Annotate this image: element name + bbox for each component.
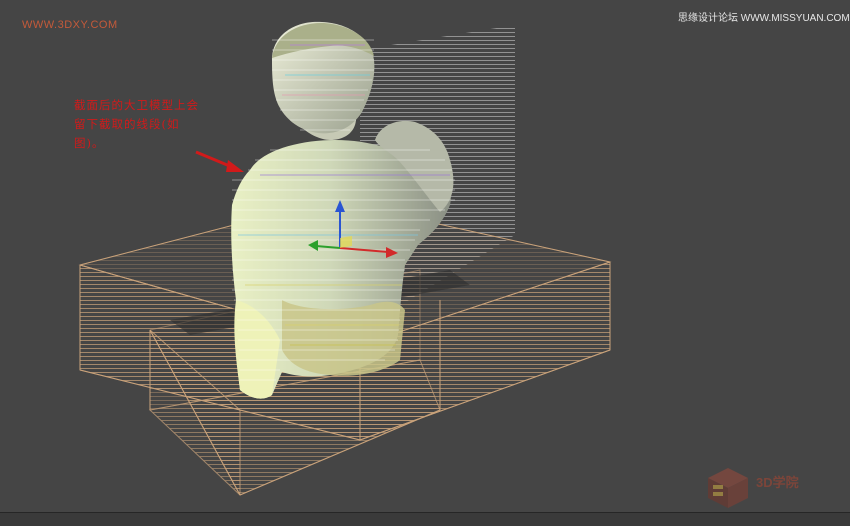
- red-arrow-icon: [195, 150, 244, 172]
- annotation-text: 截面后的大卫模型上会留下截取的线段(如图)。: [74, 98, 199, 150]
- scene-canvas[interactable]: [0, 0, 850, 512]
- viewport-bottom-bar: [0, 512, 850, 526]
- 3d-college-logo-icon: [708, 468, 748, 508]
- watermark-left: WWW.3DXY.COM: [22, 19, 118, 31]
- watermark-right: 思缘设计论坛 WWW.MISSYUAN.COM: [678, 13, 850, 24]
- logo-text: 3D学院: [756, 475, 799, 490]
- perspective-viewport[interactable]: WWW.3DXY.COM 思缘设计论坛 WWW.MISSYUAN.COM 截面后…: [0, 0, 850, 512]
